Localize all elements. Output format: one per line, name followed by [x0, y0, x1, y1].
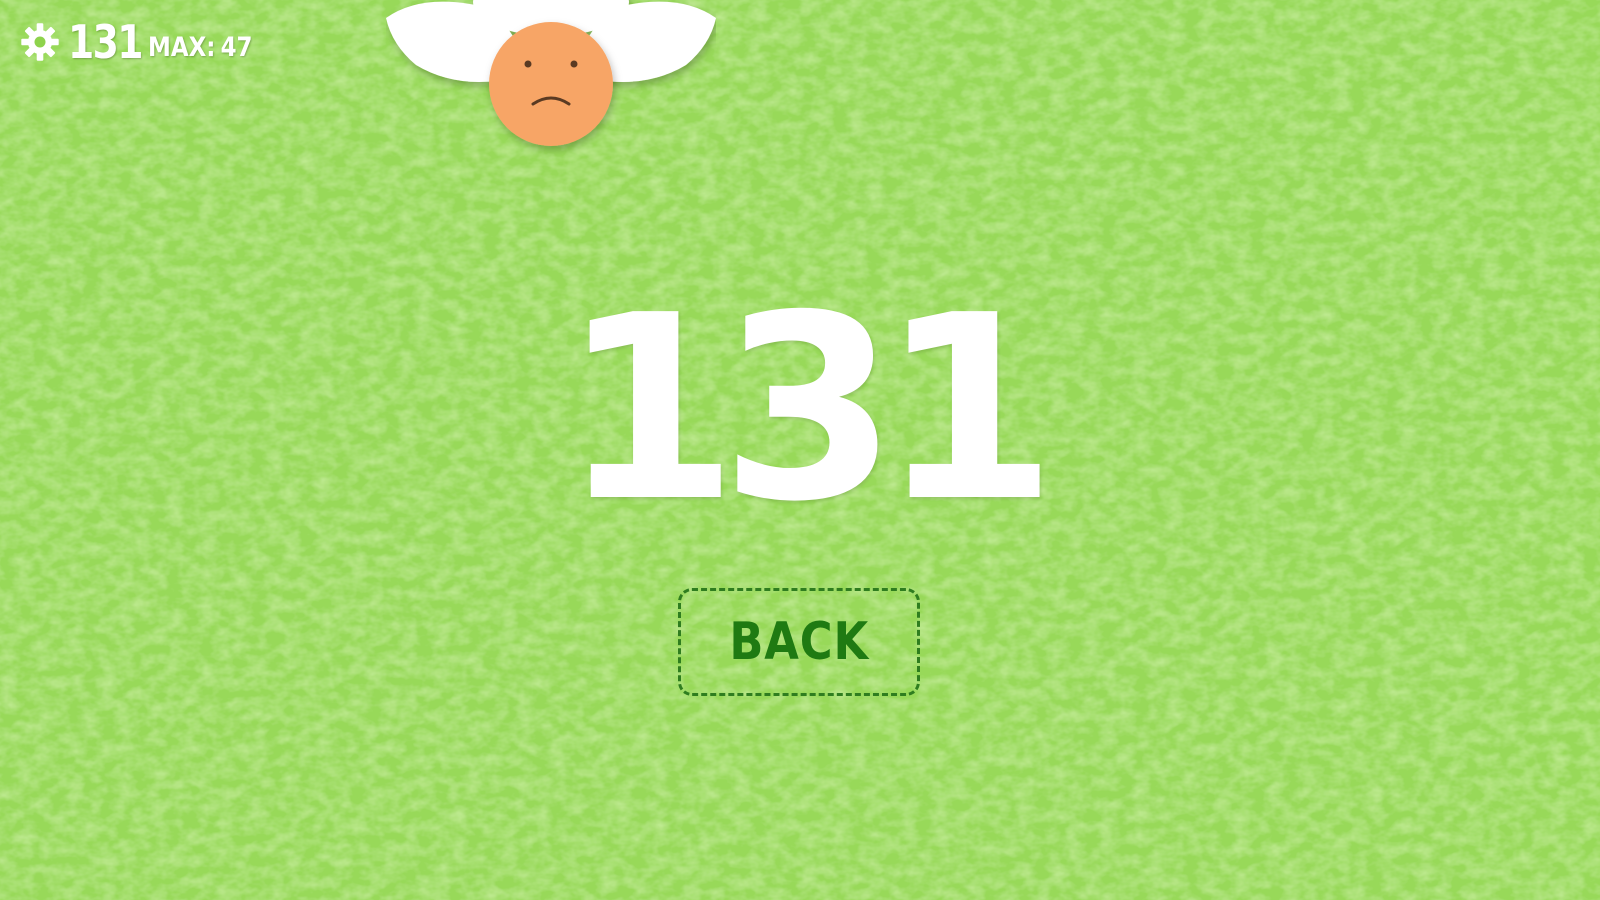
final-score: 131: [560, 261, 1057, 558]
max-label: MAX:: [148, 32, 216, 63]
current-score: 131: [68, 15, 143, 69]
gear-icon[interactable]: [18, 20, 62, 64]
back-button-label: BACK: [729, 612, 869, 672]
back-button[interactable]: BACK: [678, 588, 920, 696]
sad-angel-face-icon: [386, 0, 716, 146]
max-score: MAX: 47: [148, 28, 253, 68]
score-hud: 131 MAX: 47: [18, 14, 271, 70]
max-value: 47: [220, 32, 253, 63]
